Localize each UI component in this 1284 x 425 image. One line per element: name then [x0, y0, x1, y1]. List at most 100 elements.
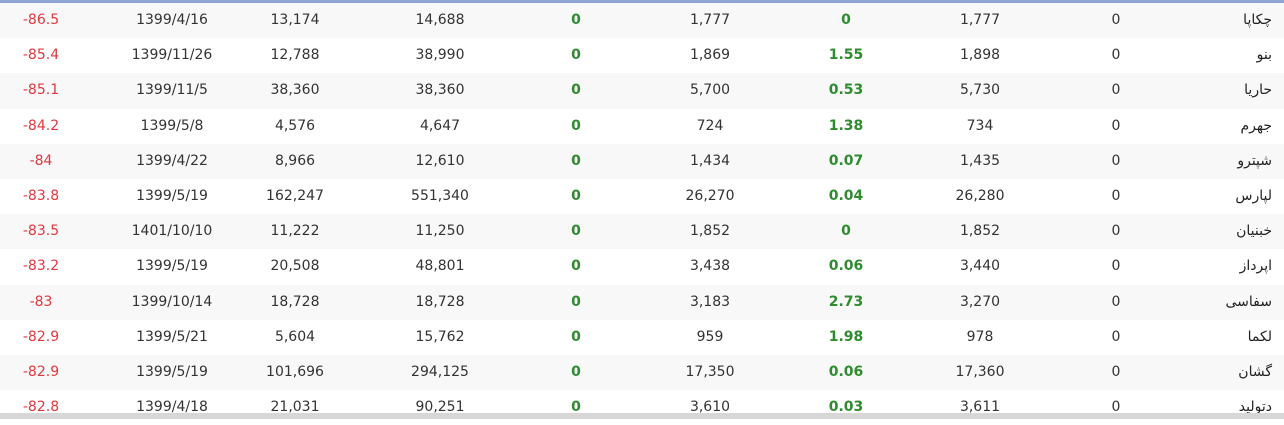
- value-cell: 48,801: [415, 258, 465, 275]
- zero-cell: 0: [571, 47, 581, 64]
- symbol-link[interactable]: دتولید: [1160, 390, 1272, 425]
- value-cell: 38,360: [270, 82, 320, 99]
- change-cell: 2.73: [828, 293, 864, 310]
- price-cell: 3,270: [959, 293, 1001, 310]
- zero-cell: 0: [1111, 12, 1121, 28]
- change-cell: 0.53: [828, 82, 864, 99]
- table-row[interactable]: -82.9 1399/5/21 5,604 15,762 0 959 1.98 …: [0, 319, 1284, 355]
- zero-cell: 0: [571, 117, 581, 134]
- date-cell: 1399/11/26: [131, 47, 213, 64]
- zero-cell: 0: [571, 187, 581, 204]
- symbol-link[interactable]: لکما: [1160, 320, 1272, 355]
- value-cell: 90,251: [415, 399, 465, 416]
- table-row[interactable]: -83.2 1399/5/19 20,508 48,801 0 3,438 0.…: [0, 249, 1284, 285]
- value-cell: 15,762: [415, 328, 465, 345]
- percent-change-cell: -82.8: [22, 399, 60, 416]
- table-row[interactable]: -83.5 1401/10/10 11,222 11,250 0 1,852 0…: [0, 214, 1284, 250]
- zero-cell: 0: [571, 363, 581, 380]
- change-cell: 0.04: [828, 187, 864, 204]
- zero-cell: 0: [1111, 293, 1121, 310]
- price-cell: 1,777: [959, 12, 1001, 28]
- percent-change-cell: -85.4: [22, 47, 60, 64]
- price-cell: 3,610: [689, 399, 731, 416]
- price-cell: 724: [696, 117, 724, 134]
- table-row[interactable]: -82.8 1399/4/18 21,031 90,251 0 3,610 0.…: [0, 390, 1284, 425]
- date-cell: 1399/5/8: [140, 117, 204, 134]
- change-cell: 0.07: [828, 152, 864, 169]
- horizontal-scrollbar[interactable]: [0, 413, 1284, 419]
- value-cell: 18,728: [270, 293, 320, 310]
- symbol-link[interactable]: اپرداز: [1160, 249, 1272, 284]
- change-cell: 0.06: [828, 363, 864, 380]
- percent-change-cell: -83.5: [22, 223, 60, 240]
- price-cell: 3,438: [689, 258, 731, 275]
- value-cell: 38,360: [415, 82, 465, 99]
- price-cell: 3,183: [689, 293, 731, 310]
- value-cell: 551,340: [411, 187, 469, 204]
- value-cell: 38,990: [415, 47, 465, 64]
- zero-cell: 0: [1111, 399, 1121, 416]
- symbol-link[interactable]: بنو: [1160, 38, 1272, 73]
- symbol-link[interactable]: خبنیان: [1160, 214, 1272, 249]
- price-cell: 17,350: [685, 363, 735, 380]
- change-cell: 0.06: [828, 258, 864, 275]
- percent-change-cell: -83.2: [22, 258, 60, 275]
- symbol-link[interactable]: حاریا: [1160, 73, 1272, 108]
- value-cell: 21,031: [270, 399, 320, 416]
- table-row[interactable]: -84.2 1399/5/8 4,576 4,647 0 724 1.38 73…: [0, 108, 1284, 144]
- percent-change-cell: -84: [29, 152, 53, 169]
- table-row[interactable]: -84 1399/4/22 8,966 12,610 0 1,434 0.07 …: [0, 143, 1284, 179]
- date-cell: 1399/10/14: [131, 293, 213, 310]
- zero-cell: 0: [1111, 82, 1121, 99]
- value-cell: 101,696: [266, 363, 324, 380]
- value-cell: 12,610: [415, 152, 465, 169]
- change-cell: 0.03: [828, 399, 864, 416]
- zero-cell: 0: [1111, 363, 1121, 380]
- value-cell: 5,604: [274, 328, 316, 345]
- price-cell: 1,852: [959, 223, 1001, 240]
- date-cell: 1399/5/19: [136, 187, 208, 204]
- zero-cell: 0: [571, 258, 581, 275]
- symbol-link[interactable]: گشان: [1160, 355, 1272, 390]
- value-cell: 8,966: [274, 152, 316, 169]
- price-cell: 3,440: [959, 258, 1001, 275]
- table-row[interactable]: -82.9 1399/5/19 101,696 294,125 0 17,350…: [0, 354, 1284, 391]
- symbol-link[interactable]: شپترو: [1160, 144, 1272, 179]
- zero-cell: 0: [571, 223, 581, 240]
- symbol-link[interactable]: سفاسی: [1160, 285, 1272, 320]
- percent-change-cell: -82.9: [22, 363, 60, 380]
- date-cell: 1399/11/5: [136, 82, 208, 99]
- zero-cell: 0: [1111, 187, 1121, 204]
- percent-change-cell: -85.1: [22, 82, 60, 99]
- value-cell: 20,508: [270, 258, 320, 275]
- value-cell: 13,174: [270, 12, 320, 28]
- table-row[interactable]: -85.4 1399/11/26 12,788 38,990 0 1,869 1…: [0, 38, 1284, 74]
- date-cell: 1399/5/19: [136, 258, 208, 275]
- change-cell: 1.38: [828, 117, 864, 134]
- symbol-link[interactable]: چکاپا: [1160, 3, 1272, 38]
- value-cell: 12,788: [270, 47, 320, 64]
- table-row[interactable]: -85.1 1399/11/5 38,360 38,360 0 5,700 0.…: [0, 73, 1284, 109]
- zero-cell: 0: [1111, 47, 1121, 64]
- table-row[interactable]: -86.5 1399/4/16 13,174 14,688 0 1,777 0 …: [0, 3, 1284, 39]
- zero-cell: 0: [1111, 152, 1121, 169]
- value-cell: 162,247: [266, 187, 324, 204]
- zero-cell: 0: [571, 328, 581, 345]
- percent-change-cell: -86.5: [22, 12, 60, 28]
- change-cell: 1.98: [828, 328, 864, 345]
- percent-change-cell: -83: [29, 293, 53, 310]
- price-cell: 1,852: [689, 223, 731, 240]
- symbol-link[interactable]: جهرم: [1160, 109, 1273, 144]
- zero-cell: 0: [571, 12, 581, 28]
- stock-table: -86.5 1399/4/16 13,174 14,688 0 1,777 0 …: [0, 3, 1284, 425]
- zero-cell: 0: [1111, 117, 1121, 134]
- change-cell: 1.55: [828, 47, 864, 64]
- symbol-link[interactable]: لپارس: [1160, 179, 1272, 214]
- table-row[interactable]: -83 1399/10/14 18,728 18,728 0 3,183 2.7…: [0, 284, 1284, 320]
- price-cell: 1,435: [959, 152, 1001, 169]
- price-cell: 959: [696, 328, 724, 345]
- date-cell: 1399/5/19: [136, 363, 208, 380]
- date-cell: 1399/4/16: [136, 12, 208, 28]
- table-row[interactable]: -83.8 1399/5/19 162,247 551,340 0 26,270…: [0, 178, 1284, 215]
- price-cell: 5,700: [689, 82, 731, 99]
